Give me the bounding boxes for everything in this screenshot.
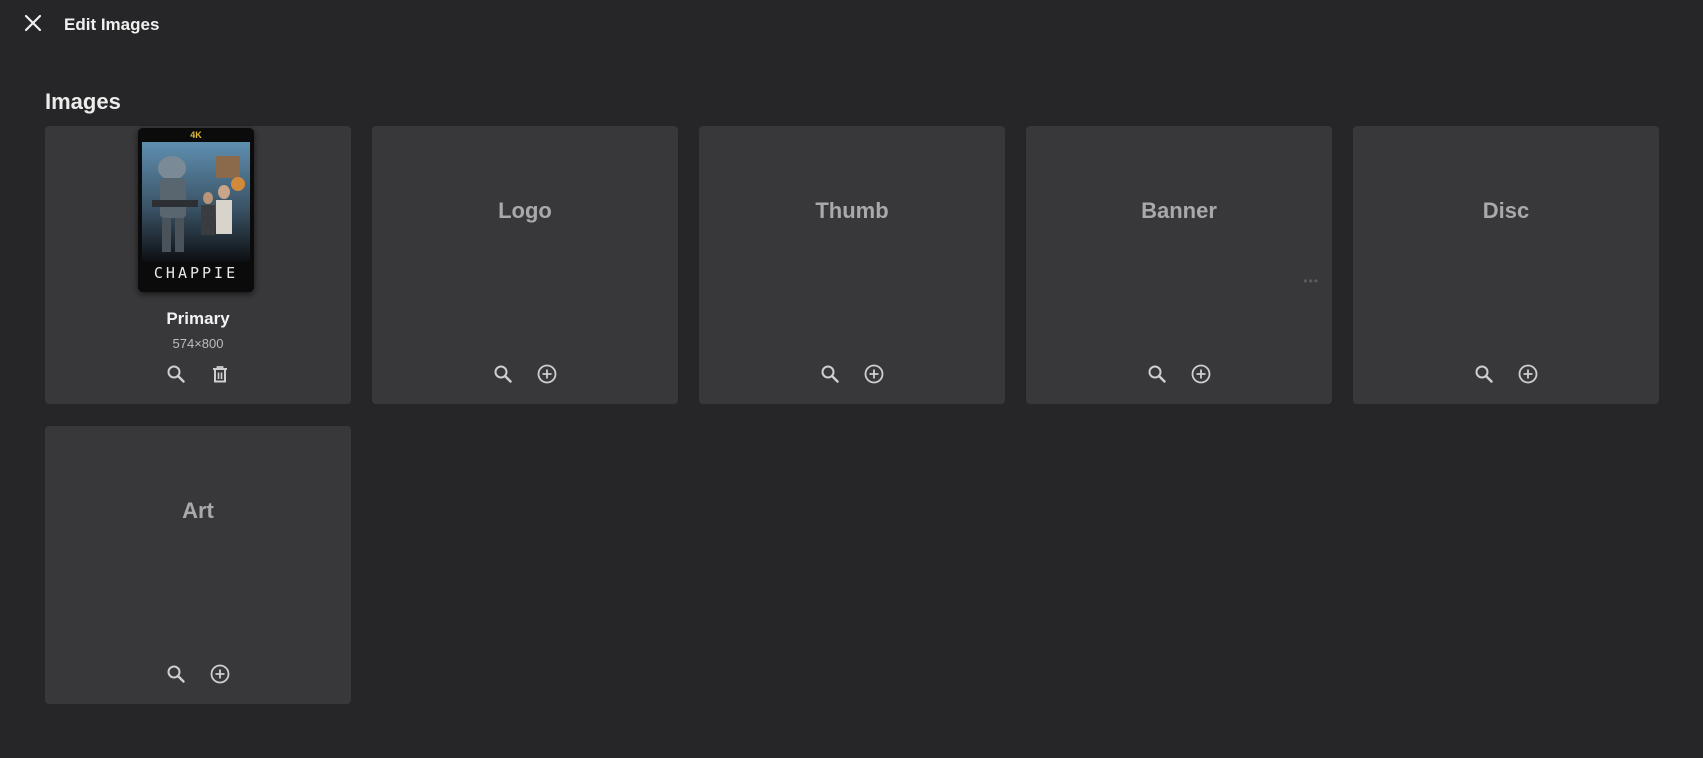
image-type-label: Primary: [166, 309, 230, 328]
image-type-label: Art: [182, 498, 214, 523]
image-type-label: Logo: [498, 198, 552, 223]
add-image-button[interactable]: [535, 362, 559, 386]
add-circle-icon: [209, 663, 231, 685]
search-icon: [166, 664, 186, 684]
card-actions: [699, 362, 1005, 386]
close-icon: [24, 14, 42, 37]
search-button[interactable]: [1472, 362, 1496, 386]
image-card-logo: Logo: [372, 126, 678, 404]
section-title: Images: [45, 89, 121, 114]
search-button[interactable]: [1145, 362, 1169, 386]
poster-badge: 4K: [190, 130, 202, 140]
add-circle-icon: [1517, 363, 1539, 385]
search-icon: [166, 364, 186, 384]
search-button[interactable]: [164, 362, 188, 386]
search-button[interactable]: [491, 362, 515, 386]
image-type-label: Disc: [1482, 198, 1530, 223]
delete-button[interactable]: [208, 362, 232, 386]
card-actions: [1026, 362, 1332, 386]
image-card-banner: Banner •••: [1026, 126, 1332, 404]
image-card-thumb: Thumb: [699, 126, 1005, 404]
trash-icon: [210, 364, 230, 384]
primary-poster-image[interactable]: 4K CHAPPIE: [138, 128, 254, 292]
image-dimensions: 574×800: [172, 336, 224, 351]
search-icon: [1474, 364, 1494, 384]
image-card-disc: Disc: [1353, 126, 1659, 404]
card-actions: [372, 362, 678, 386]
image-card-primary: 4K CHAPPIE Primary 574×800: [45, 126, 351, 404]
add-image-button[interactable]: [1516, 362, 1540, 386]
add-image-button[interactable]: [862, 362, 886, 386]
search-button[interactable]: [818, 362, 842, 386]
image-type-label: Thumb: [815, 198, 889, 223]
more-options-icon[interactable]: •••: [1303, 274, 1319, 288]
card-actions: [45, 662, 351, 686]
search-icon: [493, 364, 513, 384]
page-title: Edit Images: [64, 15, 160, 34]
image-card-art: Art: [45, 426, 351, 704]
add-image-button[interactable]: [208, 662, 232, 686]
image-type-label: Banner: [1141, 198, 1217, 223]
add-circle-icon: [536, 363, 558, 385]
search-icon: [820, 364, 840, 384]
poster-title: CHAPPIE: [153, 264, 239, 282]
close-button[interactable]: [20, 12, 46, 38]
card-actions: [1353, 362, 1659, 386]
add-circle-icon: [1190, 363, 1212, 385]
search-button[interactable]: [164, 662, 188, 686]
add-image-button[interactable]: [1189, 362, 1213, 386]
card-actions: [45, 362, 351, 386]
add-circle-icon: [863, 363, 885, 385]
search-icon: [1147, 364, 1167, 384]
image-grid: 4K CHAPPIE Primary 574×800 Logo Thumb Ba…: [45, 126, 1660, 704]
header: Edit Images: [0, 0, 1703, 50]
